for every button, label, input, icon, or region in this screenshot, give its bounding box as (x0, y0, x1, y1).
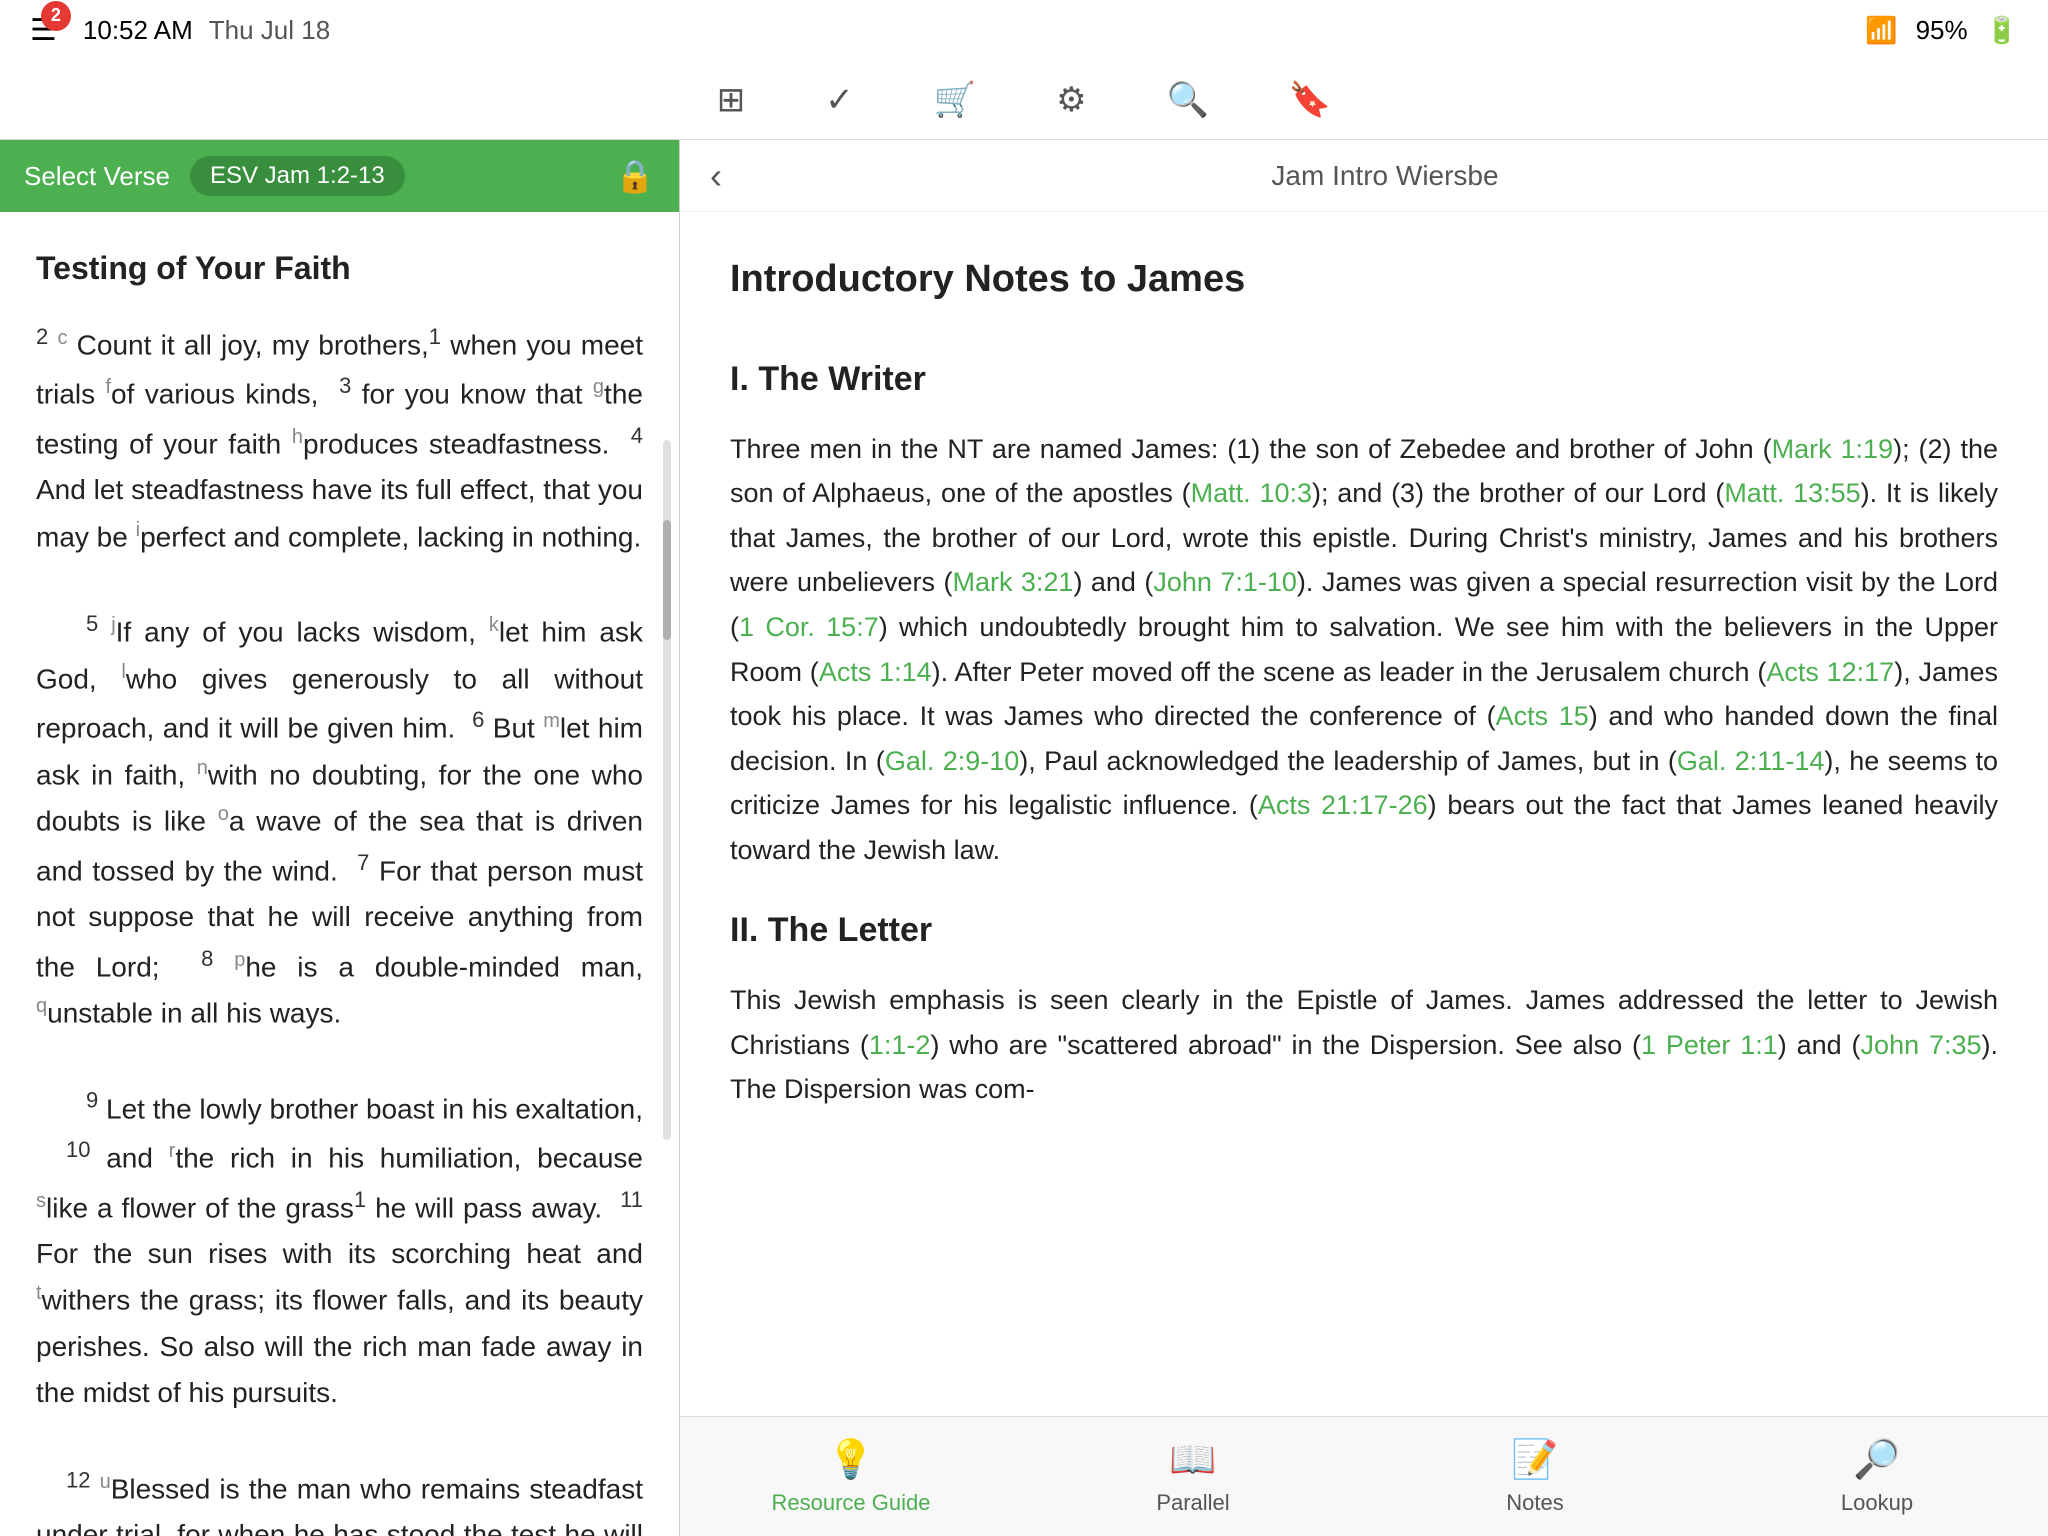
verse-header: Select Verse ESV Jam 1:2-13 🔒 (0, 140, 679, 212)
section-letter-para: This Jewish emphasis is seen clearly in … (730, 978, 1998, 1112)
verse-ref-badge[interactable]: ESV Jam 1:2-13 (190, 156, 405, 196)
section-writer-title: I. The Writer (730, 351, 1998, 407)
library-icon[interactable]: ⊞ (717, 80, 746, 120)
ref-acts-21-17-26[interactable]: Acts 21:17-26 (1258, 790, 1428, 820)
right-header: ‹ Jam Intro Wiersbe (680, 140, 2048, 212)
notes-main-title: Introductory Notes to James (730, 248, 1998, 311)
ref-john-7-1-10[interactable]: John 7:1-10 (1153, 567, 1297, 597)
scroll-thumb[interactable] (663, 520, 671, 640)
cart-icon[interactable]: 🛒 (934, 80, 976, 120)
right-panel: ‹ Jam Intro Wiersbe Introductory Notes t… (680, 140, 2048, 1536)
bookmark-toolbar-icon[interactable]: 🔖 (1289, 80, 1331, 120)
nav-notes[interactable]: 📝 Notes (1364, 1417, 1706, 1536)
status-date: Thu Jul 18 (209, 15, 330, 46)
nav-parallel[interactable]: 📖 Parallel (1022, 1417, 1364, 1536)
bottom-nav: 💡 Resource Guide 📖 Parallel 📝 Notes 🔎 Lo… (680, 1416, 2048, 1536)
right-panel-title: Jam Intro Wiersbe (752, 160, 2018, 192)
ref-gal-2-11-14[interactable]: Gal. 2:11-14 (1677, 746, 1824, 776)
select-verse-label[interactable]: Select Verse (24, 161, 170, 192)
nav-resource-guide[interactable]: 💡 Resource Guide (680, 1417, 1022, 1536)
lookup-icon: 🔎 (1853, 1438, 1900, 1482)
verse-header-left: Select Verse ESV Jam 1:2-13 (24, 156, 405, 196)
ref-john-7-35[interactable]: John 7:35 (1861, 1030, 1982, 1060)
nav-lookup-label: Lookup (1841, 1490, 1913, 1516)
search-icon[interactable]: 🔍 (1167, 80, 1209, 120)
ref-1-1-2[interactable]: 1:1-2 (869, 1030, 931, 1060)
settings-icon[interactable]: ⚙ (1056, 80, 1086, 120)
section-title: Testing of Your Faith (36, 242, 643, 295)
section-writer-para: Three men in the NT are named James: (1)… (730, 427, 1998, 872)
ref-1cor-15-7[interactable]: 1 Cor. 15:7 (739, 612, 879, 642)
battery-level: 95% (1916, 15, 1968, 46)
check-icon[interactable]: ✓ (825, 80, 854, 120)
resource-guide-icon: 💡 (827, 1438, 874, 1482)
ref-acts-15[interactable]: Acts 15 (1496, 701, 1589, 731)
nav-notes-label: Notes (1506, 1490, 1563, 1516)
nav-resource-label: Resource Guide (772, 1490, 931, 1516)
status-bar: ☰ 2 10:52 AM Thu Jul 18 📶 95% 🔋 (0, 0, 2048, 60)
section-writer: I. The Writer Three men in the NT are na… (730, 351, 1998, 873)
nav-parallel-label: Parallel (1156, 1490, 1229, 1516)
status-left: ☰ 2 10:52 AM Thu Jul 18 (30, 13, 330, 48)
wifi-icon: 📶 (1865, 15, 1897, 46)
notification-badge: 2 (41, 1, 71, 31)
ref-mark-1-19[interactable]: Mark 1:19 (1772, 434, 1894, 464)
section-letter: II. The Letter This Jewish emphasis is s… (730, 902, 1998, 1112)
ref-matt-10-3[interactable]: Matt. 10:3 (1191, 478, 1312, 508)
nav-lookup[interactable]: 🔎 Lookup (1706, 1417, 2048, 1536)
ref-gal-2-9-10[interactable]: Gal. 2:9-10 (885, 746, 1019, 776)
notes-content[interactable]: Introductory Notes to James I. The Write… (680, 212, 2048, 1416)
status-time: 10:52 AM (83, 15, 193, 46)
section-letter-title: II. The Letter (730, 902, 1998, 958)
status-right: 📶 95% 🔋 (1865, 15, 2018, 46)
bible-text[interactable]: Testing of Your Faith 2 c Count it all j… (0, 212, 679, 1536)
verse-text: 2 c Count it all joy, my brothers,1 when… (36, 319, 643, 1536)
notes-icon: 📝 (1511, 1438, 1558, 1482)
toolbar: ⊞ ✓ 🛒 ⚙ 🔍 🔖 (0, 60, 2048, 140)
ref-1peter-1-1[interactable]: 1 Peter 1:1 (1641, 1030, 1778, 1060)
ref-mark-3-21[interactable]: Mark 3:21 (952, 567, 1073, 597)
scroll-track[interactable] (663, 440, 671, 1140)
ref-matt-13-55[interactable]: Matt. 13:55 (1724, 478, 1860, 508)
battery-icon: 🔋 (1986, 15, 2018, 46)
ref-acts-1-14[interactable]: Acts 1:14 (819, 657, 932, 687)
ref-acts-12-17[interactable]: Acts 12:17 (1766, 657, 1894, 687)
header-bookmark-icon[interactable]: 🔒 (615, 157, 655, 195)
left-panel: Select Verse ESV Jam 1:2-13 🔒 Testing of… (0, 140, 680, 1536)
main-content: Select Verse ESV Jam 1:2-13 🔒 Testing of… (0, 140, 2048, 1536)
back-arrow-icon[interactable]: ‹ (710, 155, 722, 197)
parallel-icon: 📖 (1169, 1438, 1216, 1482)
